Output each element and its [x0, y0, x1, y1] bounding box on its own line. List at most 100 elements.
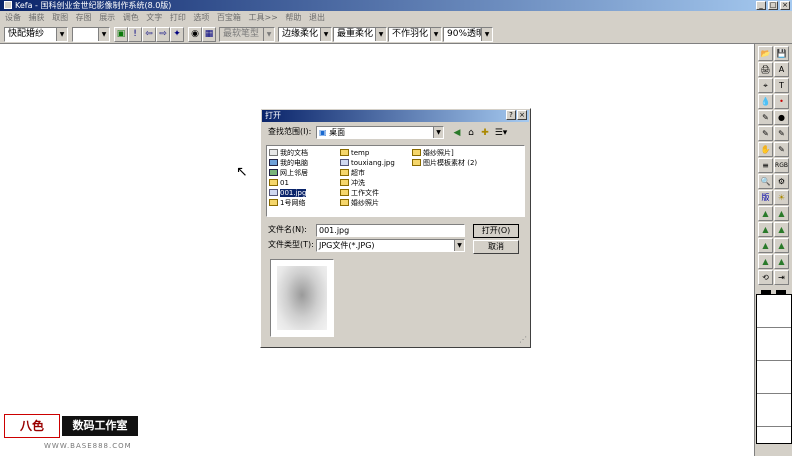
tool-effect-5-icon[interactable]: ▲	[758, 238, 773, 253]
list-item[interactable]: 网上邻居	[269, 168, 339, 178]
swatch-slot[interactable]	[757, 361, 791, 394]
tool-light-icon[interactable]: ☀	[774, 190, 789, 205]
template-combo[interactable]: 快配婚纱 ▼	[4, 27, 68, 42]
tool-a-icon[interactable]: A	[774, 62, 789, 77]
tool-crop-icon[interactable]: ⌖	[758, 78, 773, 93]
swatch-slot[interactable]	[757, 394, 791, 427]
menu-save-image[interactable]: 存图	[76, 11, 92, 25]
eye-icon[interactable]: ◉	[188, 27, 202, 42]
tool-pen-icon[interactable]: ✎	[758, 126, 773, 141]
heavy-soften-combo[interactable]: 最重柔化 ▼	[333, 27, 387, 42]
lookin-value: 桌面	[329, 128, 346, 137]
list-item[interactable]: 婚纱照片]	[412, 148, 522, 158]
lookin-combo[interactable]: ▣ 桌面 ▼	[316, 126, 444, 139]
tool-arrow-icon[interactable]: ⇥	[774, 270, 789, 285]
help-button[interactable]: ?	[506, 110, 516, 120]
menu-capture[interactable]: 捕获	[29, 11, 45, 25]
list-item[interactable]: touxiang.jpg	[340, 158, 412, 168]
opacity-combo[interactable]: 90%透明 ▼	[443, 27, 493, 42]
tool-effect-1-icon[interactable]: ▲	[758, 206, 773, 221]
menu-show[interactable]: 展示	[99, 11, 115, 25]
tool-circle-icon[interactable]: ●	[774, 110, 789, 125]
dialog-close-button[interactable]: ×	[517, 110, 527, 120]
list-item[interactable]: 1号网络	[269, 198, 339, 208]
list-item[interactable]: 冲洗	[340, 178, 412, 188]
tool-effect-3-icon[interactable]: ▲	[758, 222, 773, 237]
tool-settings-icon[interactable]: ⚙	[774, 174, 789, 189]
tool-text-icon[interactable]: T	[774, 78, 789, 93]
new-folder-icon[interactable]: ✚	[479, 127, 491, 139]
list-item[interactable]: 图片模板素材 (2)	[412, 158, 522, 168]
tool-smudge-icon[interactable]: ✎	[774, 142, 789, 157]
tool-brush-icon[interactable]: ✎	[774, 126, 789, 141]
swatch-slot[interactable]	[757, 295, 791, 328]
list-item[interactable]: 我的电脑	[269, 158, 339, 168]
tool-effect-6-icon[interactable]: ▲	[774, 238, 789, 253]
back-icon[interactable]: ◀	[451, 127, 463, 139]
tool-effect-8-icon[interactable]: ▲	[774, 254, 789, 269]
cancel-button[interactable]: 取消	[473, 240, 519, 254]
list-item[interactable]: temp	[340, 148, 412, 158]
tool-hand-icon[interactable]: ✋	[758, 142, 773, 157]
tool-zoom-icon[interactable]: 🔍	[758, 174, 773, 189]
up-folder-icon[interactable]: ⌂	[465, 127, 477, 139]
tool-layout-icon[interactable]: 版	[758, 190, 773, 205]
resize-grip-icon[interactable]: ⋰	[519, 335, 529, 345]
watermark-url: WWW.BASE888.COM	[44, 442, 132, 450]
exclamation-icon[interactable]: !	[128, 27, 142, 42]
grid-icon[interactable]: ▦	[202, 27, 216, 42]
menu-text[interactable]: 文字	[146, 11, 162, 25]
magic-wand-icon[interactable]: ✦	[170, 27, 184, 42]
list-item[interactable]: 工作文件	[340, 188, 412, 198]
tool-rotate-icon[interactable]: ⟲	[758, 270, 773, 285]
maximize-button[interactable]: □	[768, 1, 778, 10]
menu-toolbox[interactable]: 百宝箱	[217, 11, 241, 25]
tool-rgb-icon[interactable]: RGB	[774, 158, 789, 173]
filename-input[interactable]: 001.jpg	[316, 224, 465, 237]
feather-combo[interactable]: 不作羽化 ▼	[388, 27, 442, 42]
filename-value: 001.jpg	[319, 226, 350, 235]
tool-effect-2-icon[interactable]: ▲	[774, 206, 789, 221]
close-window-button[interactable]: ×	[780, 1, 790, 10]
tool-effect-4-icon[interactable]: ▲	[774, 222, 789, 237]
tool-open-icon[interactable]: 📂	[758, 46, 773, 61]
brush-combo[interactable]: 最软笔型 ▼	[219, 27, 275, 42]
tool-pencil-icon[interactable]: ✎	[758, 110, 773, 125]
list-item[interactable]: 01	[269, 178, 339, 188]
menu-exit[interactable]: 退出	[309, 11, 325, 25]
chevron-down-icon: ▼	[56, 28, 67, 41]
image-file-icon	[269, 189, 278, 196]
list-item[interactable]: 婚纱照片	[340, 198, 412, 208]
menu-color[interactable]: 调色	[123, 11, 139, 25]
image-icon[interactable]: ▣	[114, 27, 128, 42]
list-item[interactable]: 我的文档	[269, 148, 339, 158]
menu-options[interactable]: 选项	[193, 11, 209, 25]
tool-effect-7-icon[interactable]: ▲	[758, 254, 773, 269]
view-menu-icon[interactable]: ☰▾	[493, 127, 509, 139]
menu-help[interactable]: 帮助	[285, 11, 301, 25]
tool-print-icon[interactable]: 🖨	[758, 62, 773, 77]
edge-soften-combo[interactable]: 边缘柔化 ▼	[278, 27, 332, 42]
arrow-left-icon[interactable]: ⇦	[142, 27, 156, 42]
tool-save-icon[interactable]: 💾	[774, 46, 789, 61]
tool-drop-icon[interactable]: 💧	[758, 94, 773, 109]
menu-tools[interactable]: 工具>>	[248, 11, 277, 25]
menu-get-image[interactable]: 取图	[52, 11, 68, 25]
open-button[interactable]: 打开(O)	[473, 224, 519, 238]
swatch-slot[interactable]	[757, 328, 791, 361]
chevron-down-icon: ▼	[375, 28, 386, 41]
arrow-right-icon[interactable]: ⇨	[156, 27, 170, 42]
tool-layers-icon[interactable]: ≡	[758, 158, 773, 173]
minimize-button[interactable]: _	[756, 1, 766, 10]
folder-icon	[269, 199, 278, 206]
secondary-combo[interactable]: ▼	[72, 27, 110, 42]
menu-device[interactable]: 设备	[5, 11, 21, 25]
filetype-combo[interactable]: JPG文件(*.JPG) ▼	[316, 239, 465, 252]
menu-print[interactable]: 打印	[170, 11, 186, 25]
tool-dot-icon[interactable]: •	[774, 94, 789, 109]
list-item[interactable]: 超市	[340, 168, 412, 178]
watermark-right: 数码工作室	[62, 416, 138, 436]
chevron-down-icon: ▼	[433, 127, 443, 138]
dialog-title-bar: 打开	[262, 110, 529, 122]
list-item-selected[interactable]: 001.jpg	[269, 188, 339, 198]
